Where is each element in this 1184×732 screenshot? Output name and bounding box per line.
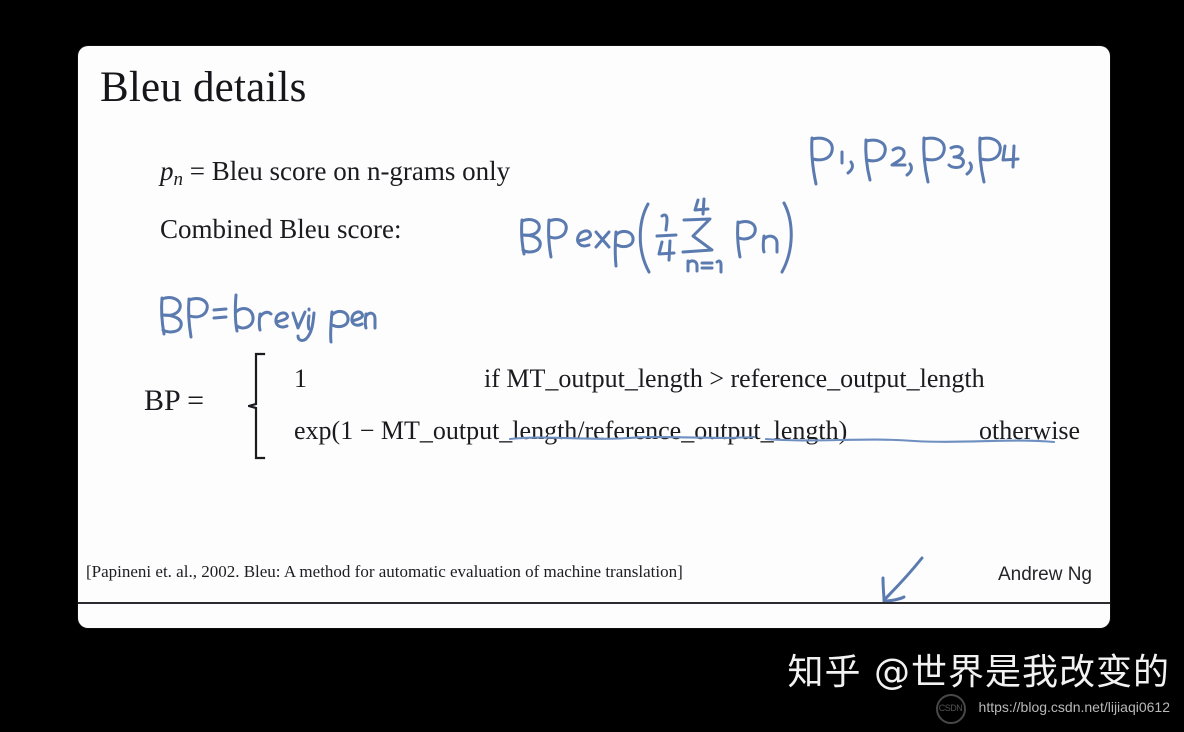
bp-equation-block: BP = 1 if MT_output_length > reference_o… xyxy=(144,346,1104,466)
ink-annotation-p-list xyxy=(804,132,1020,192)
combined-bleu-label: Combined Bleu score: xyxy=(160,214,402,244)
bp-case1-condition: if MT_output_length > reference_output_l… xyxy=(484,364,985,394)
bp-equation-lhs: BP = xyxy=(144,384,204,417)
ink-underline-mt-output-length xyxy=(508,434,756,443)
bp-case1-right-operand: reference_output_length xyxy=(730,364,985,393)
ink-underline-reference-output-length xyxy=(764,436,1056,445)
ink-annotation-combined-formula xyxy=(516,194,796,280)
left-brace-icon xyxy=(248,352,270,460)
ink-annotation-bp-definition xyxy=(156,290,377,346)
bp-case1-operator: > xyxy=(702,364,731,393)
bp-case1-if-keyword: if xyxy=(484,364,507,393)
slide-card: Bleu details pn = Bleu score on n-grams … xyxy=(78,46,1110,628)
pn-subscript: n xyxy=(173,169,184,190)
bp-case1-left-operand: MT_output_length xyxy=(506,364,703,393)
bp-case1-value: 1 xyxy=(294,364,307,393)
csdn-badge-icon: CSDN xyxy=(935,694,966,725)
pn-definition-text: = Bleu score on n-grams only xyxy=(189,156,511,186)
pn-symbol: p xyxy=(160,156,174,186)
citation-text: [Papineni et. al., 2002. Bleu: A method … xyxy=(86,562,683,581)
watermark-url: https://blog.csdn.net/lijiaqi0612 CSDN xyxy=(788,694,1170,725)
watermark-url-text: https://blog.csdn.net/lijiaqi0612 xyxy=(978,699,1170,716)
watermark: 知乎 @世界是我改变的 https://blog.csdn.net/lijiaq… xyxy=(787,652,1170,725)
pn-definition-line: pn = Bleu score on n-grams only xyxy=(160,156,510,191)
watermark-handle: 知乎 @世界是我改变的 xyxy=(787,652,1170,693)
page-title: Bleu details xyxy=(100,64,307,111)
presenter-name: Andrew Ng xyxy=(998,564,1092,585)
footer-divider xyxy=(78,602,1110,604)
